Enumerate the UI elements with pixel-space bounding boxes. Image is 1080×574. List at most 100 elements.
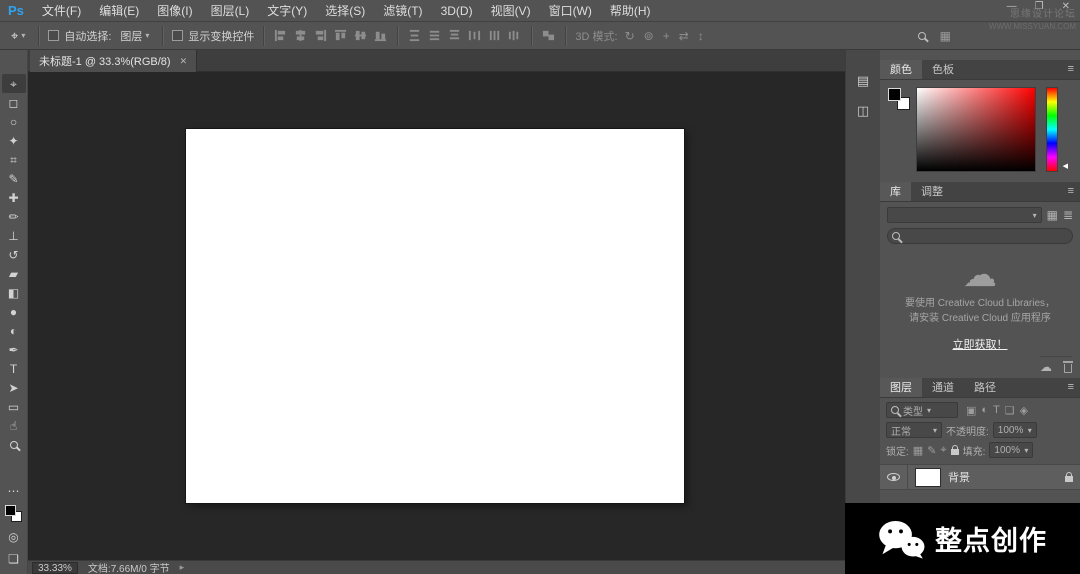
layer-visibility-eye-icon[interactable] — [887, 473, 900, 481]
lock-transparent-pixels-icon[interactable]: ▦ — [913, 444, 923, 457]
align-left-edges-icon[interactable] — [273, 28, 288, 43]
tab-adjustments[interactable]: 调整 — [911, 182, 953, 201]
menu-image[interactable]: 图像(I) — [148, 0, 201, 22]
tool-preset-picker[interactable]: ⌖ ▾ — [7, 27, 29, 45]
opacity-dropdown[interactable]: 100% ▾ — [992, 422, 1037, 438]
menu-filter[interactable]: 滤镜(T) — [374, 0, 431, 22]
maximize-button[interactable]: ❐ — [1035, 1, 1044, 12]
tool-quick-selection[interactable]: ✦ — [2, 131, 26, 150]
tool-eyedropper[interactable]: ✎ — [2, 169, 26, 188]
tab-color[interactable]: 颜色 — [880, 60, 922, 79]
tool-brush[interactable]: ✏ — [2, 207, 26, 226]
tool-path-selection[interactable]: ➤ — [2, 378, 26, 397]
tool-gradient[interactable]: ◧ — [2, 283, 26, 302]
minimize-button[interactable]: — — [1007, 1, 1017, 12]
tab-paths[interactable]: 路径 — [964, 378, 1006, 397]
tool-hand[interactable]: ☝ — [2, 416, 26, 435]
panel-menu-icon[interactable]: ≡ — [1068, 63, 1074, 75]
document-canvas[interactable] — [186, 129, 684, 503]
foreground-color-swatch[interactable] — [888, 88, 901, 101]
auto-align-layers-icon[interactable] — [541, 28, 556, 43]
status-menu-arrow-icon[interactable]: ▸ — [180, 562, 185, 573]
library-search-input[interactable] — [887, 228, 1073, 244]
menu-window[interactable]: 窗口(W) — [540, 0, 601, 22]
align-right-edges-icon[interactable] — [313, 28, 328, 43]
align-bottom-edges-icon[interactable] — [373, 28, 388, 43]
cloud-sync-icon[interactable]: ☁ — [1040, 360, 1052, 374]
3d-scale-icon[interactable]: ↕ — [696, 29, 706, 43]
foreground-background-swatches[interactable] — [5, 505, 22, 522]
collapsed-panel-history[interactable]: ▤ — [851, 70, 875, 92]
menu-view[interactable]: 视图(V) — [482, 0, 540, 22]
layer-filter-dropdown[interactable]: 类型 ▾ — [886, 402, 958, 418]
menu-edit[interactable]: 编辑(E) — [90, 0, 148, 22]
tool-rectangle[interactable]: ▭ — [2, 397, 26, 416]
tab-close-icon[interactable]: ✕ — [180, 56, 188, 67]
lock-image-pixels-icon[interactable]: ✎ — [927, 444, 936, 457]
3d-roll-icon[interactable]: ⊚ — [642, 29, 656, 43]
tool-zoom[interactable] — [2, 435, 26, 454]
distribute-vertical-centers-icon[interactable] — [427, 28, 442, 43]
lock-position-icon[interactable]: ⌖ — [940, 444, 946, 457]
tool-dodge[interactable]: ◐ — [2, 321, 26, 340]
layer-row-background[interactable]: 背景 — [880, 464, 1080, 490]
tool-rect-marquee[interactable]: ◻ — [2, 93, 26, 112]
menu-layer[interactable]: 图层(L) — [202, 0, 259, 22]
library-select-dropdown[interactable]: ▾ — [887, 207, 1042, 223]
tab-libraries[interactable]: 库 — [880, 182, 911, 201]
trash-icon[interactable] — [1063, 361, 1073, 373]
tool-lasso[interactable]: ○ — [2, 112, 26, 131]
collapsed-panel-properties[interactable]: ◫ — [851, 100, 875, 122]
tab-swatches[interactable]: 色板 — [922, 60, 964, 79]
panel-menu-icon[interactable]: ≡ — [1068, 185, 1074, 197]
auto-select-checkbox[interactable] — [48, 30, 60, 41]
tool-crop[interactable]: ⌗ — [2, 150, 26, 169]
tool-pen[interactable]: ✒ — [2, 340, 26, 359]
screen-mode-button[interactable]: ❏ — [2, 549, 26, 568]
tool-move[interactable]: ⌖ — [1, 74, 26, 93]
distribute-top-edges-icon[interactable] — [407, 28, 422, 43]
tool-history-brush[interactable]: ↺ — [2, 245, 26, 264]
list-view-icon[interactable]: ≣ — [1063, 208, 1073, 222]
3d-orbit-icon[interactable]: ↻ — [623, 29, 637, 43]
tool-spot-healing[interactable]: ✚ — [2, 188, 26, 207]
menu-help[interactable]: 帮助(H) — [601, 0, 660, 22]
panel-menu-icon[interactable]: ≡ — [1068, 381, 1074, 393]
distribute-right-edges-icon[interactable] — [507, 28, 522, 43]
tool-blur[interactable]: ● — [2, 302, 26, 321]
color-panel-swatches[interactable] — [888, 88, 910, 110]
3d-pan-icon[interactable]: + — [661, 29, 672, 43]
fill-dropdown[interactable]: 100% ▾ — [989, 442, 1034, 458]
menu-3d[interactable]: 3D(D) — [432, 0, 482, 22]
distribute-horizontal-centers-icon[interactable] — [487, 28, 502, 43]
tool-type[interactable]: T — [2, 359, 26, 378]
tool-clone-stamp[interactable]: ⊥ — [2, 226, 26, 245]
grid-view-icon[interactable]: ▦ — [1047, 208, 1058, 222]
align-horizontal-centers-icon[interactable] — [293, 28, 308, 43]
align-vertical-centers-icon[interactable] — [353, 28, 368, 43]
get-now-link[interactable]: 立即获取！ — [953, 336, 1008, 352]
layer-thumbnail[interactable] — [915, 467, 941, 487]
distribute-bottom-edges-icon[interactable] — [447, 28, 462, 43]
show-transform-checkbox[interactable] — [172, 30, 184, 41]
document-tab[interactable]: 未标题-1 @ 33.3%(RGB/8) ✕ — [30, 50, 198, 72]
tab-layers[interactable]: 图层 — [880, 378, 922, 397]
menu-select[interactable]: 选择(S) — [316, 0, 374, 22]
blend-mode-dropdown[interactable]: 正常 ▾ — [886, 422, 942, 438]
filter-smart-objects-icon[interactable]: ◈ — [1020, 404, 1028, 417]
auto-select-dropdown[interactable]: 图层 ▾ — [116, 27, 153, 45]
quick-mask-button[interactable]: ◎ — [2, 527, 26, 546]
align-top-edges-icon[interactable] — [333, 28, 348, 43]
filter-adjustment-layers-icon[interactable]: ◐ — [981, 404, 988, 417]
tool-eraser[interactable]: ▰ — [2, 264, 26, 283]
edit-toolbar-button[interactable]: ⋯ — [2, 481, 26, 500]
saturation-brightness-picker[interactable] — [916, 87, 1036, 172]
tab-channels[interactable]: 通道 — [922, 378, 964, 397]
search-icon[interactable] — [917, 31, 926, 40]
lock-all-icon[interactable] — [950, 445, 959, 455]
zoom-level-field[interactable]: 33.33% — [32, 561, 78, 574]
workspace-switcher-icon[interactable]: ▦ — [938, 29, 953, 43]
menu-type[interactable]: 文字(Y) — [258, 0, 316, 22]
menu-file[interactable]: 文件(F) — [33, 0, 90, 22]
close-button[interactable]: ✕ — [1062, 1, 1070, 12]
